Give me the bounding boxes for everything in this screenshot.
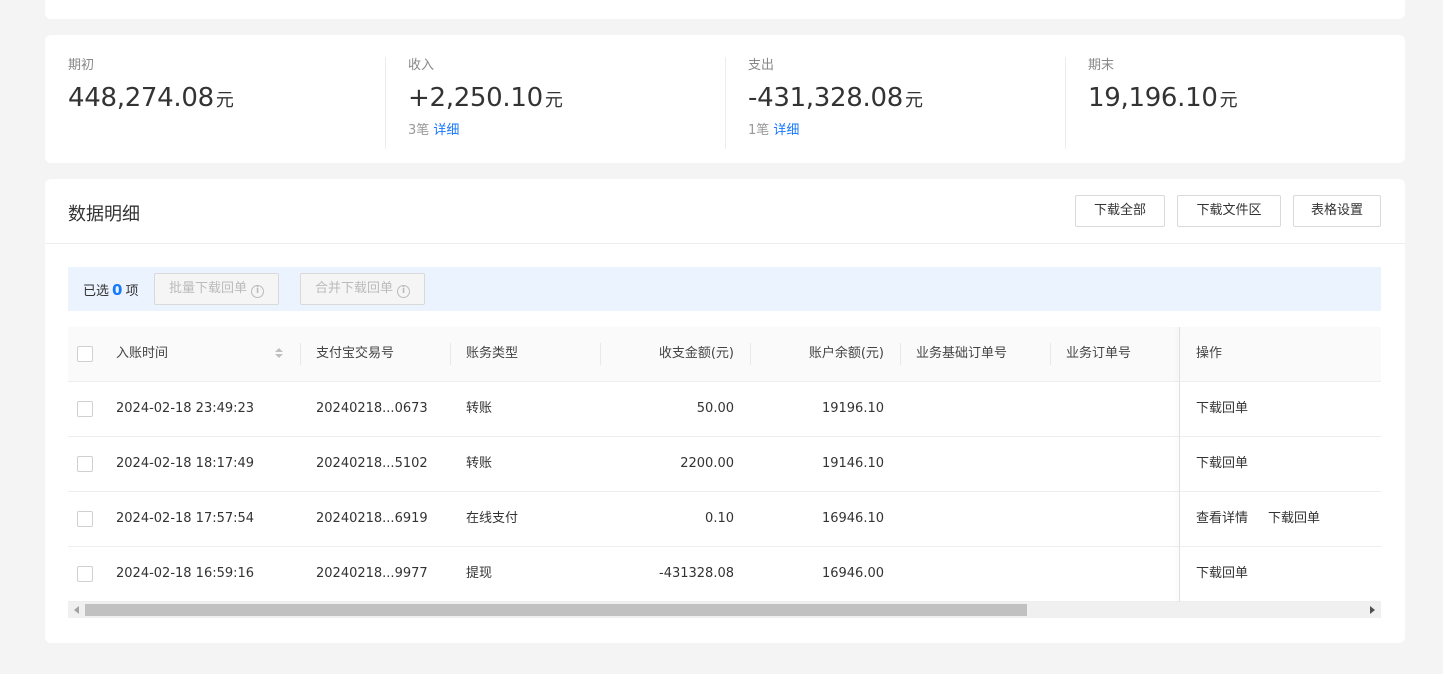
cell-amount: 2200.00 (680, 456, 734, 471)
header-balance: 账户余额(元) (808, 346, 884, 361)
header-base-order: 业务基础订单号 (916, 346, 1008, 361)
cell-time: 2024-02-18 23:49:23 (116, 401, 255, 416)
summary-card: 期初 448,274.08 元 收入 +2,250.10 元 3笔 详细 支出 -4… (45, 35, 1405, 163)
top-card (45, 0, 1405, 19)
cell-type: 在线支付 (466, 511, 519, 526)
income-value: +2,250.10 (408, 83, 543, 113)
table-row: 2024-02-18 23:49:23 20240218...0673 转账 5… (68, 382, 1381, 437)
cell-balance: 16946.10 (821, 511, 884, 526)
cell-trade-no: 20240218...6919 (316, 511, 428, 526)
info-icon: i (397, 285, 411, 298)
table-header: 入账时间 支付宝交易号 账务类型 收支金额(元) 账户余额(元) 业务基础订单号… (68, 327, 1381, 382)
transactions-table: 入账时间 支付宝交易号 账务类型 收支金额(元) 账户余额(元) 业务基础订单号… (68, 327, 1381, 602)
opening-balance-stat: 期初 448,274.08 元 (68, 57, 234, 149)
scroll-right-icon[interactable] (1370, 606, 1375, 614)
cell-type: 转账 (466, 456, 493, 471)
opening-value: 448,274.08 (68, 83, 214, 113)
header-divider (45, 243, 1405, 244)
table-row: 2024-02-18 16:59:16 20240218...9977 提现 -… (68, 547, 1381, 602)
info-icon: i (251, 285, 265, 298)
cell-time: 2024-02-18 18:17:49 (116, 456, 255, 471)
income-detail-link[interactable]: 详细 (433, 123, 459, 138)
header-trade-no: 支付宝交易号 (316, 346, 395, 361)
data-detail-card: 数据明细 下载全部 下载文件区 表格设置 已选 0 项 批量下载回单 i 合并下载回单… (45, 179, 1405, 643)
row-checkbox[interactable] (77, 566, 93, 582)
header-amount: 收支金额(元) (658, 346, 734, 361)
table-settings-button[interactable]: 表格设置 (1293, 195, 1381, 227)
selection-summary: 已选 0 项 (83, 280, 138, 299)
horizontal-scrollbar[interactable] (68, 602, 1381, 618)
header-time[interactable]: 入账时间 (116, 327, 168, 382)
expense-unit: 元 (904, 90, 923, 111)
selection-prefix: 已选 (83, 284, 110, 299)
divider (725, 57, 726, 149)
closing-balance-stat: 期末 19,196.10 元 (1088, 57, 1238, 149)
selection-suffix: 项 (125, 284, 139, 299)
income-unit: 元 (544, 90, 563, 111)
divider (1065, 57, 1066, 149)
column-separator (1050, 343, 1051, 365)
batch-download-label: 批量下载回单 (169, 281, 248, 296)
download-receipt-link[interactable]: 下载回单 (1268, 492, 1320, 547)
divider (385, 57, 386, 149)
fixed-column-shadow (1179, 327, 1180, 602)
view-details-link[interactable]: 查看详情 (1196, 492, 1248, 547)
opening-unit: 元 (215, 90, 234, 111)
cell-amount: 0.10 (705, 511, 734, 526)
column-separator (900, 343, 901, 365)
opening-label: 期初 (68, 58, 95, 73)
row-checkbox[interactable] (77, 456, 93, 472)
cell-balance: 19146.10 (821, 456, 884, 471)
expense-value: -431,328.08 (748, 83, 903, 113)
download-receipt-link[interactable]: 下载回单 (1196, 437, 1248, 492)
section-title: 数据明细 (68, 204, 140, 225)
cell-balance: 19196.10 (821, 401, 884, 416)
cell-amount: 50.00 (696, 401, 734, 416)
select-all-checkbox[interactable] (77, 346, 93, 362)
selection-bar: 已选 0 项 批量下载回单 i 合并下载回单 i (68, 267, 1381, 311)
cell-time: 2024-02-18 17:57:54 (116, 511, 255, 526)
row-checkbox[interactable] (77, 511, 93, 527)
table-row: 2024-02-18 17:57:54 20240218...6919 在线支付… (68, 492, 1381, 547)
column-separator (300, 343, 301, 365)
scroll-left-icon[interactable] (74, 606, 79, 614)
cell-type: 提现 (466, 566, 493, 581)
download-all-button[interactable]: 下载全部 (1075, 195, 1165, 227)
expense-detail-link[interactable]: 详细 (773, 123, 799, 138)
cell-trade-no: 20240218...9977 (316, 566, 428, 581)
batch-download-receipt-button[interactable]: 批量下载回单 i (154, 273, 280, 305)
expense-count: 1笔 (748, 123, 770, 138)
cell-type: 转账 (466, 401, 493, 416)
column-separator (450, 343, 451, 365)
cell-balance: 16946.00 (821, 566, 884, 581)
row-checkbox[interactable] (77, 401, 93, 417)
expense-stat: 支出 -431,328.08 元 1笔 详细 (748, 57, 923, 149)
cell-trade-no: 20240218...0673 (316, 401, 428, 416)
download-file-area-button[interactable]: 下载文件区 (1177, 195, 1281, 227)
header-order: 业务订单号 (1066, 346, 1132, 361)
expense-label: 支出 (748, 58, 775, 73)
scrollbar-thumb[interactable] (85, 604, 1027, 616)
download-receipt-link[interactable]: 下载回单 (1196, 547, 1248, 602)
closing-value: 19,196.10 (1088, 83, 1218, 113)
closing-label: 期末 (1088, 58, 1115, 73)
download-receipt-link[interactable]: 下载回单 (1196, 382, 1248, 437)
header-type: 账务类型 (466, 346, 519, 361)
income-count: 3笔 (408, 123, 430, 138)
table-row: 2024-02-18 18:17:49 20240218...5102 转账 2… (68, 437, 1381, 492)
cell-amount: -431328.08 (659, 566, 734, 581)
merge-download-receipt-button[interactable]: 合并下载回单 i (300, 273, 426, 305)
header-action: 操作 (1196, 346, 1223, 361)
merge-download-label: 合并下载回单 (315, 281, 394, 296)
income-stat: 收入 +2,250.10 元 3笔 详细 (408, 57, 563, 149)
income-label: 收入 (408, 58, 435, 73)
sort-icon[interactable] (275, 348, 283, 360)
closing-unit: 元 (1219, 90, 1238, 111)
cell-trade-no: 20240218...5102 (316, 456, 428, 471)
selection-count: 0 (112, 281, 123, 299)
cell-time: 2024-02-18 16:59:16 (116, 566, 255, 581)
